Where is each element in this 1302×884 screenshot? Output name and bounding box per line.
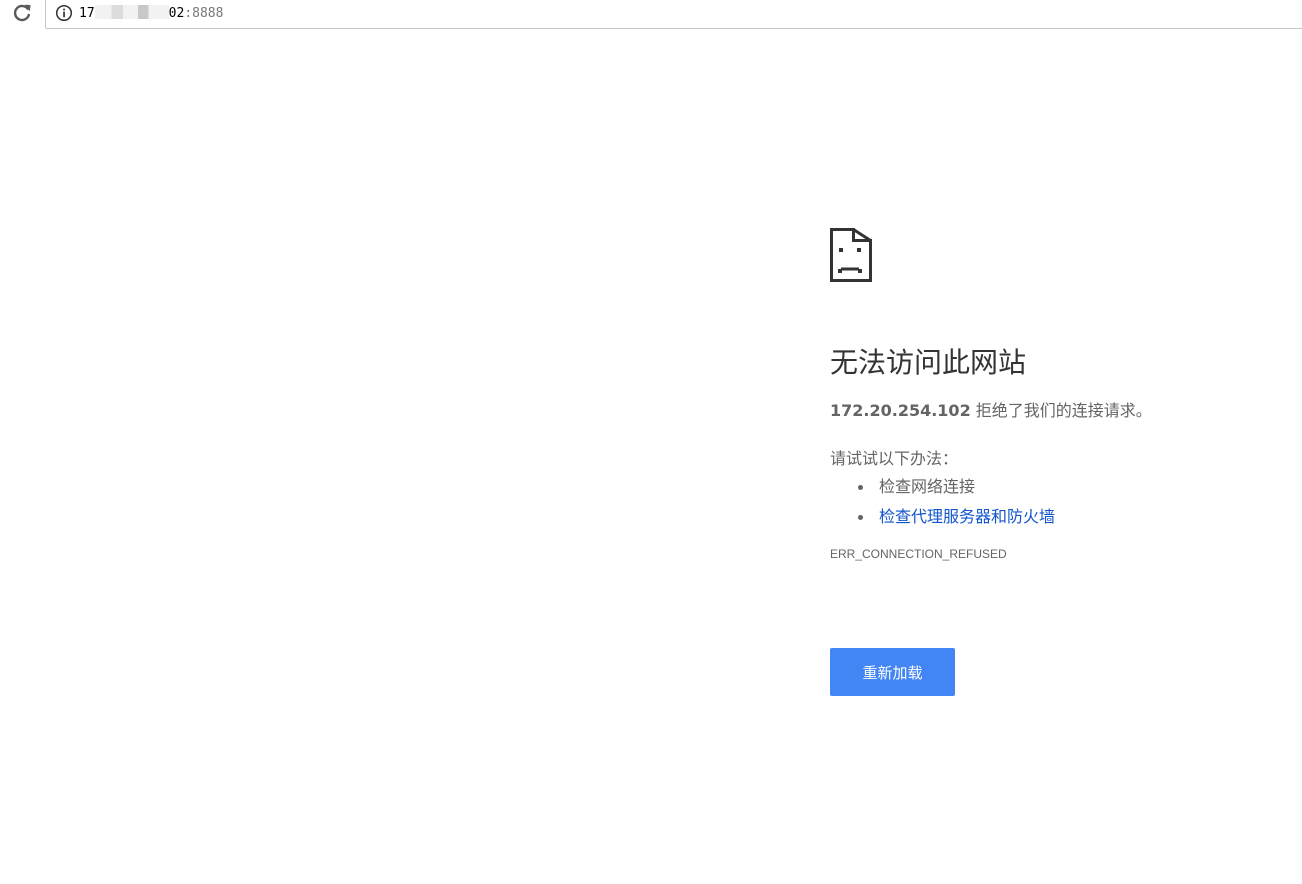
bullet-icon (858, 515, 863, 520)
suggestion-item: 检查代理服务器和防火墙 (858, 506, 1260, 528)
reload-button[interactable]: 重新加载 (830, 648, 955, 696)
suggestions-intro: 请试试以下办法： (830, 449, 959, 468)
info-icon[interactable] (55, 4, 73, 22)
error-heading: 无法访问此网站 (830, 346, 1027, 379)
suggestion-check-proxy-link[interactable]: 检查代理服务器和防火墙 (879, 507, 1055, 526)
summary-host: 172.20.254.102 (830, 401, 971, 420)
suggestions-list: 检查网络连接 检查代理服务器和防火墙 (830, 476, 1260, 528)
bullet-icon (858, 485, 863, 490)
error-summary: 172.20.254.102 拒绝了我们的连接请求。 (830, 400, 1260, 422)
suggestion-item: 检查网络连接 (858, 476, 1260, 498)
sad-page-icon (830, 228, 1260, 282)
reload-icon[interactable] (8, 0, 36, 28)
address-bar[interactable]: 17 02:8888 (45, 0, 1302, 29)
url-host-suffix: 02 (168, 6, 185, 21)
error-content: 无法访问此网站 172.20.254.102 拒绝了我们的连接请求。 请试试以下… (830, 228, 1260, 696)
url-host-prefix: 17 (79, 6, 95, 21)
error-code: ERR_CONNECTION_REFUSED (830, 547, 1007, 561)
summary-text: 拒绝了我们的连接请求。 (970, 401, 1152, 420)
suggestion-check-network: 检查网络连接 (879, 477, 976, 496)
redacted-region (94, 5, 169, 19)
url-text[interactable]: 17 02:8888 (79, 5, 223, 22)
browser-toolbar: 17 02:8888 (0, 0, 1302, 30)
url-port: :8888 (184, 6, 224, 21)
